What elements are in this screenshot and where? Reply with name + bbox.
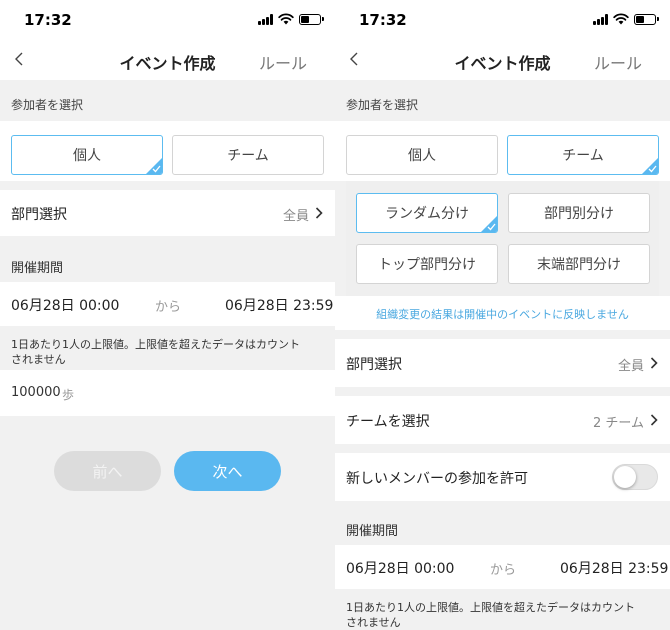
- individual-button-label: 個人: [408, 148, 436, 164]
- status-bar: 17:32: [335, 0, 670, 40]
- department-split-label: 部門別分け: [544, 206, 614, 222]
- period-separator: から: [490, 563, 517, 578]
- random-split-label: ランダム分け: [385, 206, 469, 222]
- random-split-button[interactable]: ランダム分け: [356, 193, 498, 233]
- department-value: 全員: [282, 209, 309, 224]
- department-value: 全員: [617, 359, 644, 374]
- team-select-value: 2 チーム: [592, 416, 644, 431]
- status-icons: [593, 13, 659, 25]
- leaf-department-split-button[interactable]: 末端部門分け: [508, 244, 650, 284]
- left-screen: 17:32 イベント作成 ルール 参加者を選択 個人 チーム 部門選択 全員 開…: [0, 0, 335, 630]
- team-button-label: チーム: [562, 148, 604, 164]
- battery-icon: [634, 13, 659, 25]
- steps-input[interactable]: 100000: [11, 385, 61, 400]
- rule-link[interactable]: ルール: [594, 50, 642, 74]
- department-row[interactable]: 部門選択 全員: [0, 190, 335, 236]
- top-department-split-label: トップ部門分け: [378, 257, 476, 273]
- period-end[interactable]: 06月28日 23:59: [225, 295, 333, 315]
- team-select-row[interactable]: チームを選択 2 チーム: [335, 396, 670, 444]
- org-change-notice: 組織変更の結果は開催中のイベントに反映しません: [376, 308, 629, 321]
- allow-new-members-row: 新しいメンバーの参加を許可: [335, 453, 670, 501]
- period-start[interactable]: 06月28日 00:00: [11, 295, 119, 315]
- period-row[interactable]: 06月28日 00:00 から 06月28日 23:59: [335, 545, 670, 589]
- status-time: 17:32: [24, 11, 72, 29]
- period-separator: から: [155, 300, 182, 315]
- allow-new-members-toggle[interactable]: [612, 464, 658, 490]
- next-button[interactable]: 次へ: [174, 451, 281, 491]
- period-section-label: 開催期間: [11, 261, 64, 276]
- toggle-knob: [614, 466, 636, 488]
- wifi-icon: [278, 13, 294, 25]
- right-screen: 17:32 イベント作成 ルール 参加者を選択 個人 チーム ランダム分け 部門…: [335, 0, 670, 630]
- nav-bar: イベント作成 ルール: [0, 40, 335, 80]
- chevron-right-icon: [650, 357, 658, 369]
- participant-type-panel: 個人 チーム: [335, 121, 670, 181]
- prev-button[interactable]: 前へ: [54, 451, 161, 491]
- battery-icon: [299, 13, 324, 25]
- allow-new-members-label: 新しいメンバーの参加を許可: [346, 471, 528, 487]
- check-corner-icon: [481, 216, 497, 232]
- status-bar: 17:32: [0, 0, 335, 40]
- team-button[interactable]: チーム: [507, 135, 659, 175]
- individual-button-label: 個人: [73, 148, 101, 164]
- participants-section-label: 参加者を選択: [346, 98, 419, 112]
- limit-note: 1日あたり1人の上限値。上限値を超えたデータはカウントされません: [11, 338, 300, 366]
- individual-button[interactable]: 個人: [11, 135, 163, 175]
- participant-type-panel: 個人 チーム: [0, 121, 335, 181]
- nav-bar: イベント作成 ルール: [335, 40, 670, 80]
- chevron-right-icon: [315, 207, 323, 219]
- department-label: 部門選択: [11, 207, 67, 223]
- steps-unit: 歩: [62, 388, 75, 402]
- period-end[interactable]: 06月28日 23:59: [560, 558, 668, 578]
- participants-section-label: 参加者を選択: [11, 98, 84, 112]
- chevron-right-icon: [650, 414, 658, 426]
- status-time: 17:32: [359, 11, 407, 29]
- team-button-label: チーム: [227, 148, 269, 164]
- individual-button[interactable]: 個人: [346, 135, 498, 175]
- notice-band: 組織変更の結果は開催中のイベントに反映しません: [335, 296, 670, 330]
- signal-icon: [593, 13, 608, 25]
- department-row[interactable]: 部門選択 全員: [335, 339, 670, 387]
- period-row[interactable]: 06月28日 00:00 から 06月28日 23:59: [0, 282, 335, 326]
- limit-note: 1日あたり1人の上限値。上限値を超えたデータはカウントされません: [346, 601, 635, 629]
- department-split-button[interactable]: 部門別分け: [508, 193, 650, 233]
- wifi-icon: [613, 13, 629, 25]
- team-select-label: チームを選択: [346, 414, 430, 430]
- steps-row[interactable]: 100000 歩: [0, 370, 335, 416]
- check-corner-icon: [642, 158, 658, 174]
- department-label: 部門選択: [346, 357, 402, 373]
- rule-link[interactable]: ルール: [259, 50, 307, 74]
- team-button[interactable]: チーム: [172, 135, 324, 175]
- signal-icon: [258, 13, 273, 25]
- team-mode-panel: ランダム分け 部門別分け トップ部門分け 末端部門分け: [346, 181, 659, 296]
- top-department-split-button[interactable]: トップ部門分け: [356, 244, 498, 284]
- leaf-department-split-label: 末端部門分け: [537, 257, 621, 273]
- status-icons: [258, 13, 324, 25]
- period-section-label: 開催期間: [346, 524, 399, 539]
- period-start[interactable]: 06月28日 00:00: [346, 558, 454, 578]
- check-corner-icon: [146, 158, 162, 174]
